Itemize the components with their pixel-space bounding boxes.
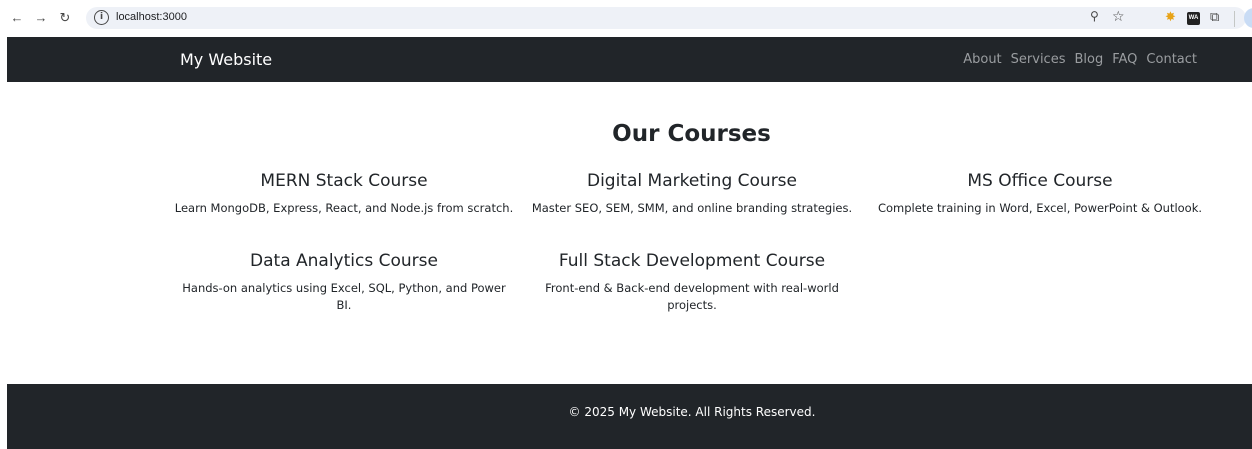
star-icon[interactable]: ☆ [1112,8,1125,25]
zoom-icon[interactable]: ⚲ [1090,9,1099,23]
nav-link-about[interactable]: About [963,52,1001,67]
site-navbar: My Website About Services Blog FAQ Conta… [7,37,1252,82]
course-description: Hands-on analytics using Excel, SQL, Pyt… [182,281,506,312]
nav-link-services[interactable]: Services [1011,52,1066,67]
url-text[interactable]: localhost:3000 [116,11,187,23]
profile-avatar[interactable] [1244,8,1252,28]
course-description: Master SEO, SEM, SMM, and online brandin… [531,201,853,215]
course-title: MS Office Course [967,171,1113,191]
nav-link-contact[interactable]: Contact [1146,52,1197,67]
brand-link[interactable]: My Website [180,50,272,69]
extensions-puzzle-icon[interactable]: ⧉ [1210,9,1223,24]
course-description: Front-end & Back-end development with re… [545,281,839,312]
course-title: Digital Marketing Course [586,171,798,191]
nav-link-faq[interactable]: FAQ [1112,52,1137,67]
course-card-ms-office: MS Office Course Complete training in Wo… [870,171,1210,217]
page-title: Our Courses [612,121,771,147]
site-footer: © 2025 My Website. All Rights Reserved. [7,384,1252,449]
course-description: Complete training in Word, Excel, PowerP… [877,201,1203,215]
course-title: Data Analytics Course [250,251,438,271]
course-card-data-analytics: Data Analytics Course Hands-on analytics… [174,251,514,314]
copyright-text: © 2025 My Website. All Rights Reserved. [568,405,816,419]
wa-extension-icon[interactable]: WA [1187,12,1200,25]
info-icon[interactable]: i [94,10,109,25]
toolbar-divider [1234,11,1235,27]
nav-links: About Services Blog FAQ Contact [963,52,1197,67]
course-title: MERN Stack Course [260,171,428,191]
back-arrow-icon[interactable]: ← [8,9,26,27]
forward-arrow-icon[interactable]: → [32,9,50,27]
course-card-full-stack: Full Stack Development Course Front-end … [522,251,862,314]
course-title: Full Stack Development Course [558,251,826,271]
course-card-mern: MERN Stack Course Learn MongoDB, Express… [174,171,514,217]
course-description: Learn MongoDB, Express, React, and Node.… [174,201,514,215]
browser-toolbar: ← → ↻ i localhost:3000 ⚲ ☆ ✸ WA ⧉ [0,0,1252,37]
address-bar[interactable]: i localhost:3000 ⚲ ☆ [86,7,1246,29]
reload-icon[interactable]: ↻ [56,9,74,27]
extension-icon[interactable]: ✸ [1165,9,1178,24]
nav-link-blog[interactable]: Blog [1074,52,1103,67]
course-card-digital-marketing: Digital Marketing Course Master SEO, SEM… [522,171,862,217]
